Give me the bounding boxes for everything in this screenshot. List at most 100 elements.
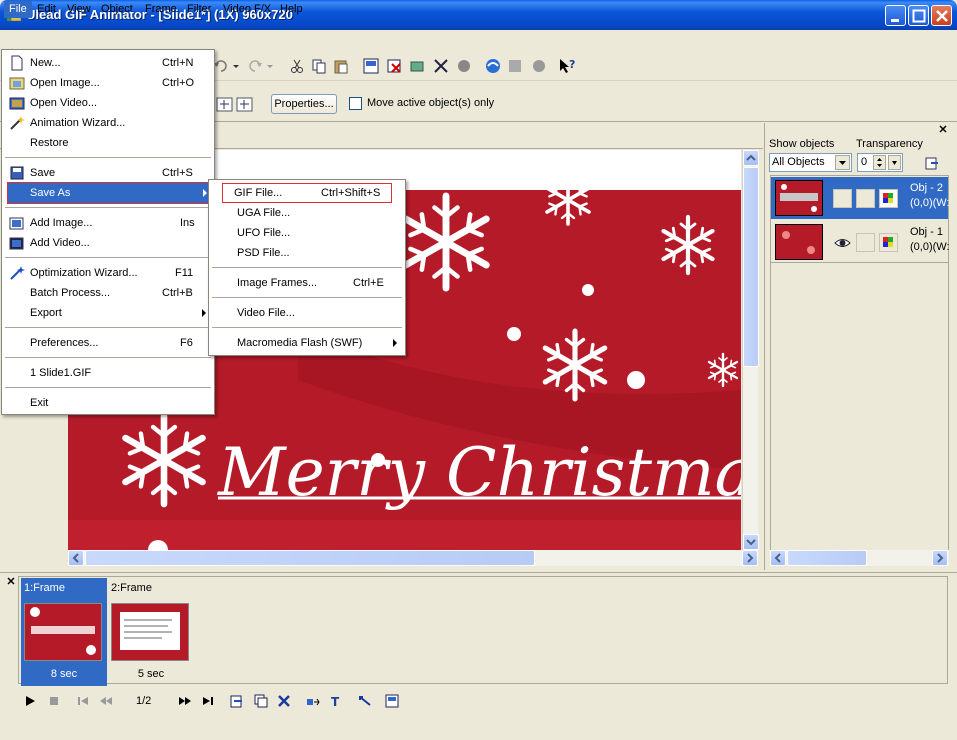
object-options-icon[interactable] — [924, 155, 940, 171]
object-manager-icon[interactable] — [455, 57, 473, 75]
menu-item-add-image[interactable]: Add Image... Ins — [4, 213, 212, 233]
frame-properties-icon[interactable] — [384, 693, 400, 709]
scroll-right-button[interactable] — [932, 550, 948, 566]
redo-icon[interactable] — [246, 57, 264, 75]
show-objects-dropdown[interactable]: All Objects — [769, 153, 852, 172]
cut-icon[interactable] — [288, 57, 306, 75]
crop-icon[interactable] — [432, 57, 450, 75]
align-center-icon[interactable] — [216, 96, 234, 114]
menu-help[interactable]: Help — [275, 1, 308, 18]
object-list-scrollbar[interactable] — [770, 550, 949, 566]
context-help-icon[interactable]: ? — [558, 57, 576, 75]
frame-1[interactable]: 1:Frame 8 sec — [21, 578, 107, 686]
canvas-horizontal-scrollbar[interactable] — [68, 550, 758, 566]
add-image-icon — [9, 215, 25, 231]
menu-item-save-as[interactable]: Save As — [7, 182, 213, 204]
scroll-left-button[interactable] — [68, 550, 84, 566]
close-button[interactable] — [931, 5, 952, 26]
transparency-spinner[interactable] — [873, 155, 886, 170]
chevron-down-icon[interactable] — [835, 155, 850, 170]
duplicate-frame-icon[interactable] — [253, 693, 269, 709]
eye-icon[interactable] — [833, 233, 852, 252]
canvas-vertical-scrollbar[interactable] — [742, 150, 759, 550]
panel-close-icon[interactable] — [938, 124, 948, 134]
transparency-dropdown-icon[interactable] — [888, 155, 901, 170]
menu-item-batch-process[interactable]: Batch Process... Ctrl+B — [4, 283, 212, 303]
menu-filter[interactable]: Filter — [182, 1, 216, 18]
minimize-button[interactable] — [885, 5, 906, 26]
play-icon[interactable] — [22, 693, 38, 709]
tween-icon[interactable] — [305, 693, 321, 709]
horizontal-scroll-thumb[interactable] — [787, 550, 867, 566]
object-name: Obj - 2 — [910, 182, 944, 194]
frame-properties-icon[interactable] — [362, 57, 380, 75]
browser-preview-icon[interactable] — [484, 57, 502, 75]
paste-icon[interactable] — [332, 57, 350, 75]
menu-item-recent-file-1[interactable]: 1 Slide1.GIF — [4, 363, 212, 383]
frame-2[interactable]: 2:Frame 5 sec — [108, 578, 194, 686]
object-lock-toggle[interactable] — [856, 233, 875, 252]
menu-file[interactable]: File — [4, 1, 32, 18]
copy-icon[interactable] — [310, 57, 328, 75]
web-publish-icon[interactable] — [530, 57, 548, 75]
object-color-icon[interactable] — [879, 189, 898, 208]
object-color-icon[interactable] — [879, 233, 898, 252]
vertical-scroll-thumb[interactable] — [743, 167, 759, 367]
align-middle-icon[interactable] — [236, 96, 254, 114]
scroll-left-button[interactable] — [770, 550, 786, 566]
menu-item-ufo-file[interactable]: UFO File... — [211, 223, 403, 243]
menu-item-restore[interactable]: Restore — [4, 133, 212, 153]
menu-item-optimization-wizard[interactable]: Optimization Wizard... F11 — [4, 263, 212, 283]
menu-item-animation-wizard[interactable]: Animation Wizard... — [4, 113, 212, 133]
previous-frame-icon[interactable] — [98, 693, 114, 709]
menu-item-open-image[interactable]: Open Image... Ctrl+O — [4, 73, 212, 93]
menu-item-gif-file[interactable]: GIF File... Ctrl+Shift+S — [222, 183, 392, 203]
first-frame-icon[interactable] — [75, 693, 91, 709]
menu-item-export[interactable]: Export — [4, 303, 212, 323]
add-frame-icon[interactable] — [229, 693, 245, 709]
menu-separator — [212, 327, 402, 328]
menu-item-preferences[interactable]: Preferences... F6 — [4, 333, 212, 353]
menu-item-save[interactable]: Save Ctrl+S — [4, 163, 212, 183]
redo-dropdown-icon[interactable] — [266, 57, 274, 75]
reverse-frames-icon[interactable] — [357, 693, 373, 709]
menu-item-video-file[interactable]: Video File... — [211, 303, 403, 323]
optimize-icon[interactable] — [506, 57, 524, 75]
stop-icon[interactable] — [46, 693, 62, 709]
maximize-button[interactable] — [908, 5, 929, 26]
menu-item-psd-file[interactable]: PSD File... — [211, 243, 403, 263]
frame-panel-close-icon[interactable] — [6, 576, 16, 586]
object-row-1[interactable]: Obj - 1 (0,0)(W: — [771, 221, 950, 263]
scroll-right-button[interactable] — [742, 550, 758, 566]
menu-object[interactable]: Object — [96, 1, 138, 18]
menu-item-label: Add Image... — [30, 217, 93, 229]
add-object-icon[interactable] — [408, 57, 426, 75]
menu-item-macromedia-flash[interactable]: Macromedia Flash (SWF) — [211, 333, 403, 353]
menu-frame[interactable]: Frame — [140, 1, 182, 18]
undo-dropdown-icon[interactable] — [232, 57, 240, 75]
object-row-2[interactable]: Obj - 2 (0,0)(W: — [771, 177, 950, 219]
object-lock-toggle[interactable] — [856, 189, 875, 208]
menu-edit[interactable]: Edit — [32, 1, 61, 18]
banner-text-icon[interactable]: T — [328, 693, 344, 709]
last-frame-icon[interactable] — [200, 693, 216, 709]
move-active-checkbox[interactable] — [349, 97, 362, 110]
delete-frame-icon[interactable] — [276, 693, 292, 709]
properties-button[interactable]: Properties... — [271, 94, 337, 114]
horizontal-scroll-thumb[interactable] — [85, 550, 535, 566]
menu-item-new[interactable]: New... Ctrl+N — [4, 53, 212, 73]
menu-item-open-video[interactable]: Open Video... — [4, 93, 212, 113]
menu-item-image-frames[interactable]: Image Frames... Ctrl+E — [211, 273, 403, 293]
object-visibility-toggle[interactable] — [833, 189, 852, 208]
scroll-up-button[interactable] — [743, 150, 759, 166]
next-frame-icon[interactable] — [177, 693, 193, 709]
scroll-down-button[interactable] — [743, 534, 759, 550]
menu-video-fx[interactable]: Video F/X — [218, 1, 276, 18]
menu-item-add-video[interactable]: Add Video... — [4, 233, 212, 253]
transparency-input[interactable]: 0 — [857, 153, 903, 172]
menu-item-exit[interactable]: Exit — [4, 393, 212, 413]
delete-frame-icon[interactable] — [386, 57, 404, 75]
new-file-icon — [9, 55, 25, 71]
menu-item-uga-file[interactable]: UGA File... — [211, 203, 403, 223]
menu-view[interactable]: View — [62, 1, 96, 18]
